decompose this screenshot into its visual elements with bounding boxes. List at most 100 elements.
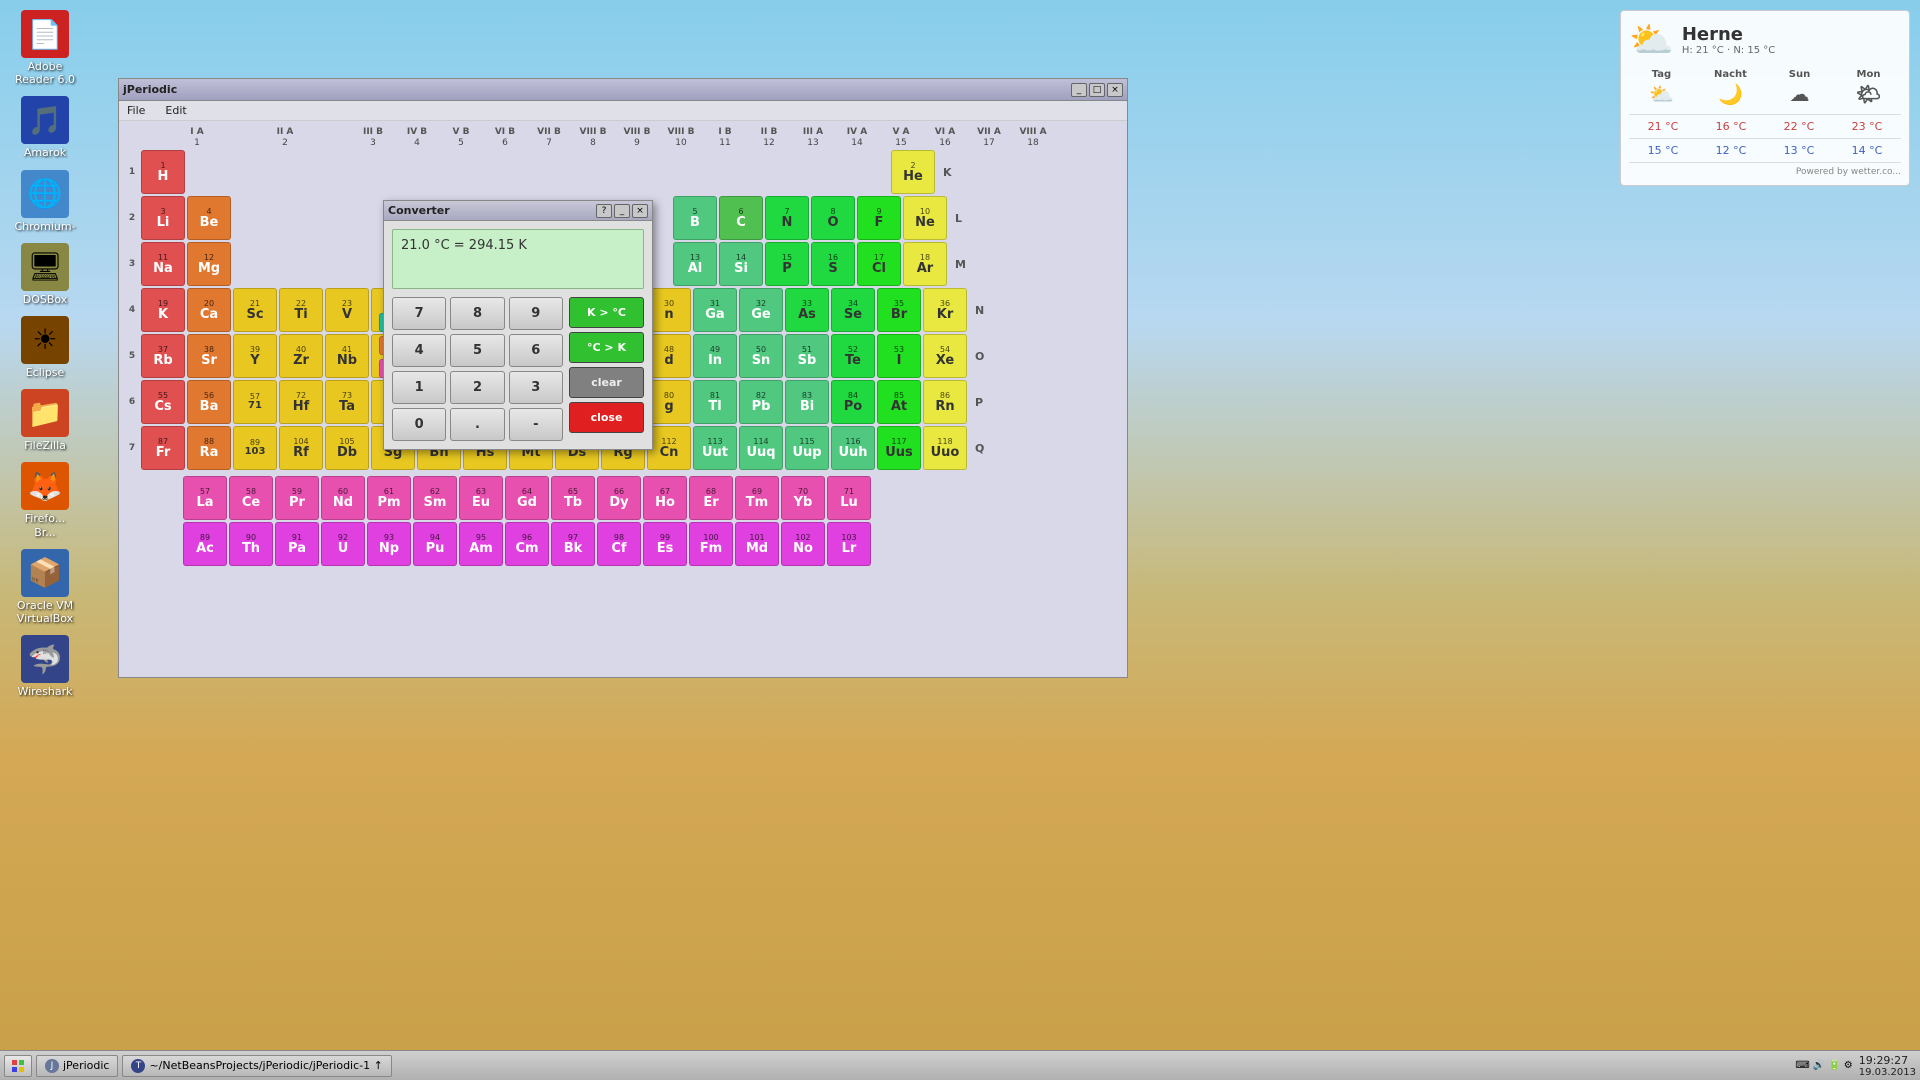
element-S[interactable]: 16 S <box>811 242 855 286</box>
c-to-k-button[interactable]: °C > K <box>569 332 644 363</box>
element-Cd[interactable]: 48 d <box>647 334 691 378</box>
num9-button[interactable]: 9 <box>509 297 563 330</box>
element-Mg[interactable]: 12 Mg <box>187 242 231 286</box>
element-Ho[interactable]: 67 Ho <box>643 476 687 520</box>
element-F[interactable]: 9 F <box>857 196 901 240</box>
element-H[interactable]: 1 H <box>141 150 185 194</box>
element-No[interactable]: 102 No <box>781 522 825 566</box>
element-Po[interactable]: 84 Po <box>831 380 875 424</box>
num7-button[interactable]: 7 <box>392 297 446 330</box>
element-K[interactable]: 19 K <box>141 288 185 332</box>
element-Er[interactable]: 68 Er <box>689 476 733 520</box>
element-Cf[interactable]: 98 Cf <box>597 522 641 566</box>
element-Sc[interactable]: 21 Sc <box>233 288 277 332</box>
element-Uuh[interactable]: 116 Uuh <box>831 426 875 470</box>
element-He[interactable]: 2 He <box>891 150 935 194</box>
desktop-icon-wireshark[interactable]: 🦈 Wireshark <box>10 635 80 698</box>
element-Md[interactable]: 101 Md <box>735 522 779 566</box>
element-Ne[interactable]: 10 Ne <box>903 196 947 240</box>
element-Yb[interactable]: 70 Yb <box>781 476 825 520</box>
taskbar-netbeans[interactable]: T ~/NetBeansProjects/jPeriodic/jPeriodic… <box>122 1055 391 1077</box>
converter-minimize-button[interactable]: _ <box>614 204 630 218</box>
num0-button[interactable]: 0 <box>392 408 446 441</box>
element-Si[interactable]: 14 Si <box>719 242 763 286</box>
element-Uuo[interactable]: 118 Uuo <box>923 426 967 470</box>
element-Nd[interactable]: 60 Nd <box>321 476 365 520</box>
element-Tb[interactable]: 65 Tb <box>551 476 595 520</box>
window-close-button[interactable]: × <box>1107 83 1123 97</box>
num2-button[interactable]: 2 <box>450 371 504 404</box>
element-89-103[interactable]: 89 103 <box>233 426 277 470</box>
desktop-icon-firefox[interactable]: 🦊 Firefo...Br... <box>10 462 80 538</box>
element-Br[interactable]: 35 Br <box>877 288 921 332</box>
element-Se[interactable]: 34 Se <box>831 288 875 332</box>
element-P[interactable]: 15 P <box>765 242 809 286</box>
element-Sn[interactable]: 50 Sn <box>739 334 783 378</box>
element-Cm[interactable]: 96 Cm <box>505 522 549 566</box>
element-Cs[interactable]: 55 Cs <box>141 380 185 424</box>
element-Uus[interactable]: 117 Uus <box>877 426 921 470</box>
num5-button[interactable]: 5 <box>450 334 504 367</box>
menu-file[interactable]: File <box>123 103 149 118</box>
element-C[interactable]: 6 C <box>719 196 763 240</box>
dot-button[interactable]: . <box>450 408 504 441</box>
taskbar-jperiodic[interactable]: J jPeriodic <box>36 1055 118 1077</box>
element-Li[interactable]: 3 Li <box>141 196 185 240</box>
window-maximize-button[interactable]: □ <box>1089 83 1105 97</box>
element-Al[interactable]: 13 Al <box>673 242 717 286</box>
element-V[interactable]: 23 V <box>325 288 369 332</box>
converter-close-button[interactable]: × <box>632 204 648 218</box>
desktop-icon-chromium[interactable]: 🌐 Chromium- <box>10 170 80 233</box>
element-U[interactable]: 92 U <box>321 522 365 566</box>
element-Th[interactable]: 90 Th <box>229 522 273 566</box>
element-Pa[interactable]: 91 Pa <box>275 522 319 566</box>
desktop-icon-dosbox[interactable]: 🖥 DOSBox <box>10 243 80 306</box>
converter-help-button[interactable]: ? <box>596 204 612 218</box>
element-Nb[interactable]: 41 Nb <box>325 334 369 378</box>
element-Bk[interactable]: 97 Bk <box>551 522 595 566</box>
element-Hf[interactable]: 72 Hf <box>279 380 323 424</box>
element-B[interactable]: 5 B <box>673 196 717 240</box>
desktop-icon-adobe[interactable]: 📄 AdobeReader 6.0 <box>10 10 80 86</box>
element-Es[interactable]: 99 Es <box>643 522 687 566</box>
num1-button[interactable]: 1 <box>392 371 446 404</box>
k-to-c-button[interactable]: K > °C <box>569 297 644 328</box>
element-Pr[interactable]: 59 Pr <box>275 476 319 520</box>
element-Ba[interactable]: 56 Ba <box>187 380 231 424</box>
element-Ga[interactable]: 31 Ga <box>693 288 737 332</box>
clear-button[interactable]: clear <box>569 367 644 398</box>
element-Uup[interactable]: 115 Uup <box>785 426 829 470</box>
element-As[interactable]: 33 As <box>785 288 829 332</box>
element-Pm[interactable]: 61 Pm <box>367 476 411 520</box>
element-Tm[interactable]: 69 Tm <box>735 476 779 520</box>
element-Hg[interactable]: 80 g <box>647 380 691 424</box>
taskbar-start-button[interactable] <box>4 1055 32 1077</box>
element-Pu[interactable]: 94 Pu <box>413 522 457 566</box>
element-Ac[interactable]: 89 Ac <box>183 522 227 566</box>
element-Ce[interactable]: 58 Ce <box>229 476 273 520</box>
window-minimize-button[interactable]: _ <box>1071 83 1087 97</box>
element-Ar[interactable]: 18 Ar <box>903 242 947 286</box>
element-Uut[interactable]: 113 Uut <box>693 426 737 470</box>
element-Am[interactable]: 95 Am <box>459 522 503 566</box>
neg-button[interactable]: - <box>509 408 563 441</box>
element-La[interactable]: 57 La <box>183 476 227 520</box>
element-Rf[interactable]: 104 Rf <box>279 426 323 470</box>
element-Lu[interactable]: 71 Lu <box>827 476 871 520</box>
element-Cn[interactable]: 112 Cn <box>647 426 691 470</box>
element-In[interactable]: 49 In <box>693 334 737 378</box>
element-Rn[interactable]: 86 Rn <box>923 380 967 424</box>
element-Uuq[interactable]: 114 Uuq <box>739 426 783 470</box>
desktop-icon-amarok[interactable]: 🎵 Amarok <box>10 96 80 159</box>
element-Bi[interactable]: 83 Bi <box>785 380 829 424</box>
element-Na[interactable]: 11 Na <box>141 242 185 286</box>
element-Ge[interactable]: 32 Ge <box>739 288 783 332</box>
element-Fm[interactable]: 100 Fm <box>689 522 733 566</box>
element-57-71[interactable]: 57 71 <box>233 380 277 424</box>
desktop-icon-filezilla[interactable]: 📁 FileZilla <box>10 389 80 452</box>
element-Lr[interactable]: 103 Lr <box>827 522 871 566</box>
element-Cl[interactable]: 17 Cl <box>857 242 901 286</box>
num6-button[interactable]: 6 <box>509 334 563 367</box>
element-I[interactable]: 53 I <box>877 334 921 378</box>
element-Rb[interactable]: 37 Rb <box>141 334 185 378</box>
